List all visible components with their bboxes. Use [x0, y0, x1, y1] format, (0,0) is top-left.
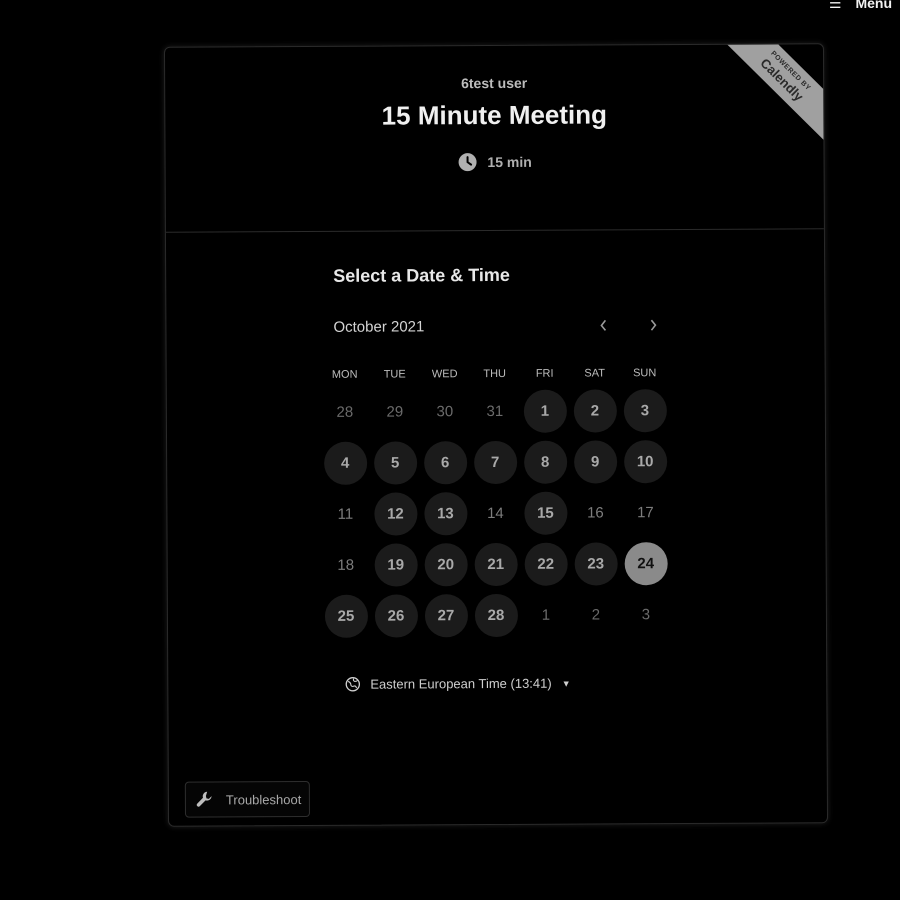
calendar-day: 16 — [587, 504, 604, 522]
event-duration: 15 min — [166, 150, 824, 173]
available-date[interactable]: 7 — [473, 440, 517, 485]
duration-label: 15 min — [487, 153, 532, 171]
chevron-right-icon — [650, 319, 657, 331]
calendar-day: 30 — [436, 403, 454, 421]
available-date[interactable]: 20 — [424, 543, 468, 587]
available-date[interactable]: 28 — [474, 593, 518, 638]
available-date[interactable]: 1 — [523, 389, 567, 433]
available-date[interactable]: 9 — [573, 440, 617, 484]
calendar-day: 14 — [487, 504, 504, 523]
selected-date[interactable]: 24 — [624, 542, 668, 586]
event-header: 6test user 15 Minute Meeting 15 min POWE… — [164, 43, 828, 233]
available-date[interactable]: 21 — [474, 542, 518, 587]
select-date-heading: Select a Date & Time — [333, 264, 510, 286]
clock-icon — [458, 153, 477, 172]
calendar-day: 28 — [336, 403, 354, 421]
calendar-day: 3 — [641, 606, 651, 624]
wrench-icon — [196, 791, 212, 807]
month-label: October 2021 — [333, 318, 425, 336]
available-date[interactable]: 3 — [623, 389, 667, 433]
ribbon-band: POWERED BY Calendly — [718, 43, 828, 146]
timezone-selector[interactable]: Eastern European Time (13:41) ▼ — [345, 675, 571, 692]
available-date[interactable]: 15 — [523, 491, 568, 535]
available-date[interactable]: 6 — [423, 441, 467, 485]
month-navigation: October 2021 — [333, 317, 663, 341]
available-date[interactable]: 4 — [323, 441, 367, 485]
troubleshoot-button[interactable]: Troubleshoot — [184, 780, 311, 818]
weekday-fri: FRI — [535, 367, 554, 380]
globe-icon — [345, 677, 361, 692]
weekday-sat: SAT — [584, 367, 605, 380]
previous-month-button[interactable] — [591, 313, 615, 337]
weekday-mon: MON — [331, 368, 358, 381]
calendar-day: 31 — [486, 402, 504, 421]
caret-down-icon: ▼ — [561, 678, 571, 689]
calendar-day: 17 — [637, 504, 654, 522]
calendar-day: 1 — [541, 606, 551, 624]
available-date[interactable]: 27 — [424, 594, 468, 638]
next-month-button[interactable] — [641, 313, 665, 337]
calendar-grid: 28 29 30 31 1 2 3 4 5 6 7 8 9 10 11 12 13 14 15 16 17 18 19 20 2… — [320, 385, 671, 642]
available-date[interactable]: 22 — [524, 542, 568, 586]
weekday-wed: WED — [431, 368, 458, 381]
calendar-day: 29 — [386, 403, 404, 421]
available-date[interactable]: 13 — [423, 492, 468, 536]
available-date[interactable]: 25 — [324, 594, 368, 638]
weekday-thu: THU — [483, 367, 507, 381]
timezone-label: Eastern European Time (13:41) — [370, 675, 552, 692]
troubleshoot-label: Troubleshoot — [225, 791, 302, 807]
available-date[interactable]: 12 — [373, 492, 418, 536]
menu-button[interactable]: ☰ Menu — [829, 0, 892, 11]
available-date[interactable]: 23 — [574, 542, 618, 586]
calendar-day: 2 — [591, 606, 601, 624]
calendar-day: 11 — [337, 505, 354, 523]
hamburger-icon: ☰ — [828, 0, 842, 11]
menu-label: Menu — [855, 0, 892, 11]
weekday-sun: SUN — [633, 367, 657, 380]
calendar-day: 18 — [337, 556, 355, 574]
available-date[interactable]: 5 — [373, 441, 417, 485]
scheduling-card: 6test user 15 Minute Meeting 15 min POWE… — [163, 43, 829, 827]
available-date[interactable]: 10 — [623, 440, 667, 484]
weekday-tue: TUE — [383, 368, 406, 381]
available-date[interactable]: 26 — [374, 594, 418, 638]
chevron-left-icon — [600, 319, 607, 331]
available-date[interactable]: 19 — [374, 543, 418, 587]
available-date[interactable]: 8 — [523, 440, 567, 484]
weekday-header: MON TUE WED THU FRI SAT SUN — [320, 367, 670, 381]
powered-by-ribbon[interactable]: POWERED BY Calendly — [718, 43, 828, 147]
available-date[interactable]: 2 — [573, 389, 617, 433]
